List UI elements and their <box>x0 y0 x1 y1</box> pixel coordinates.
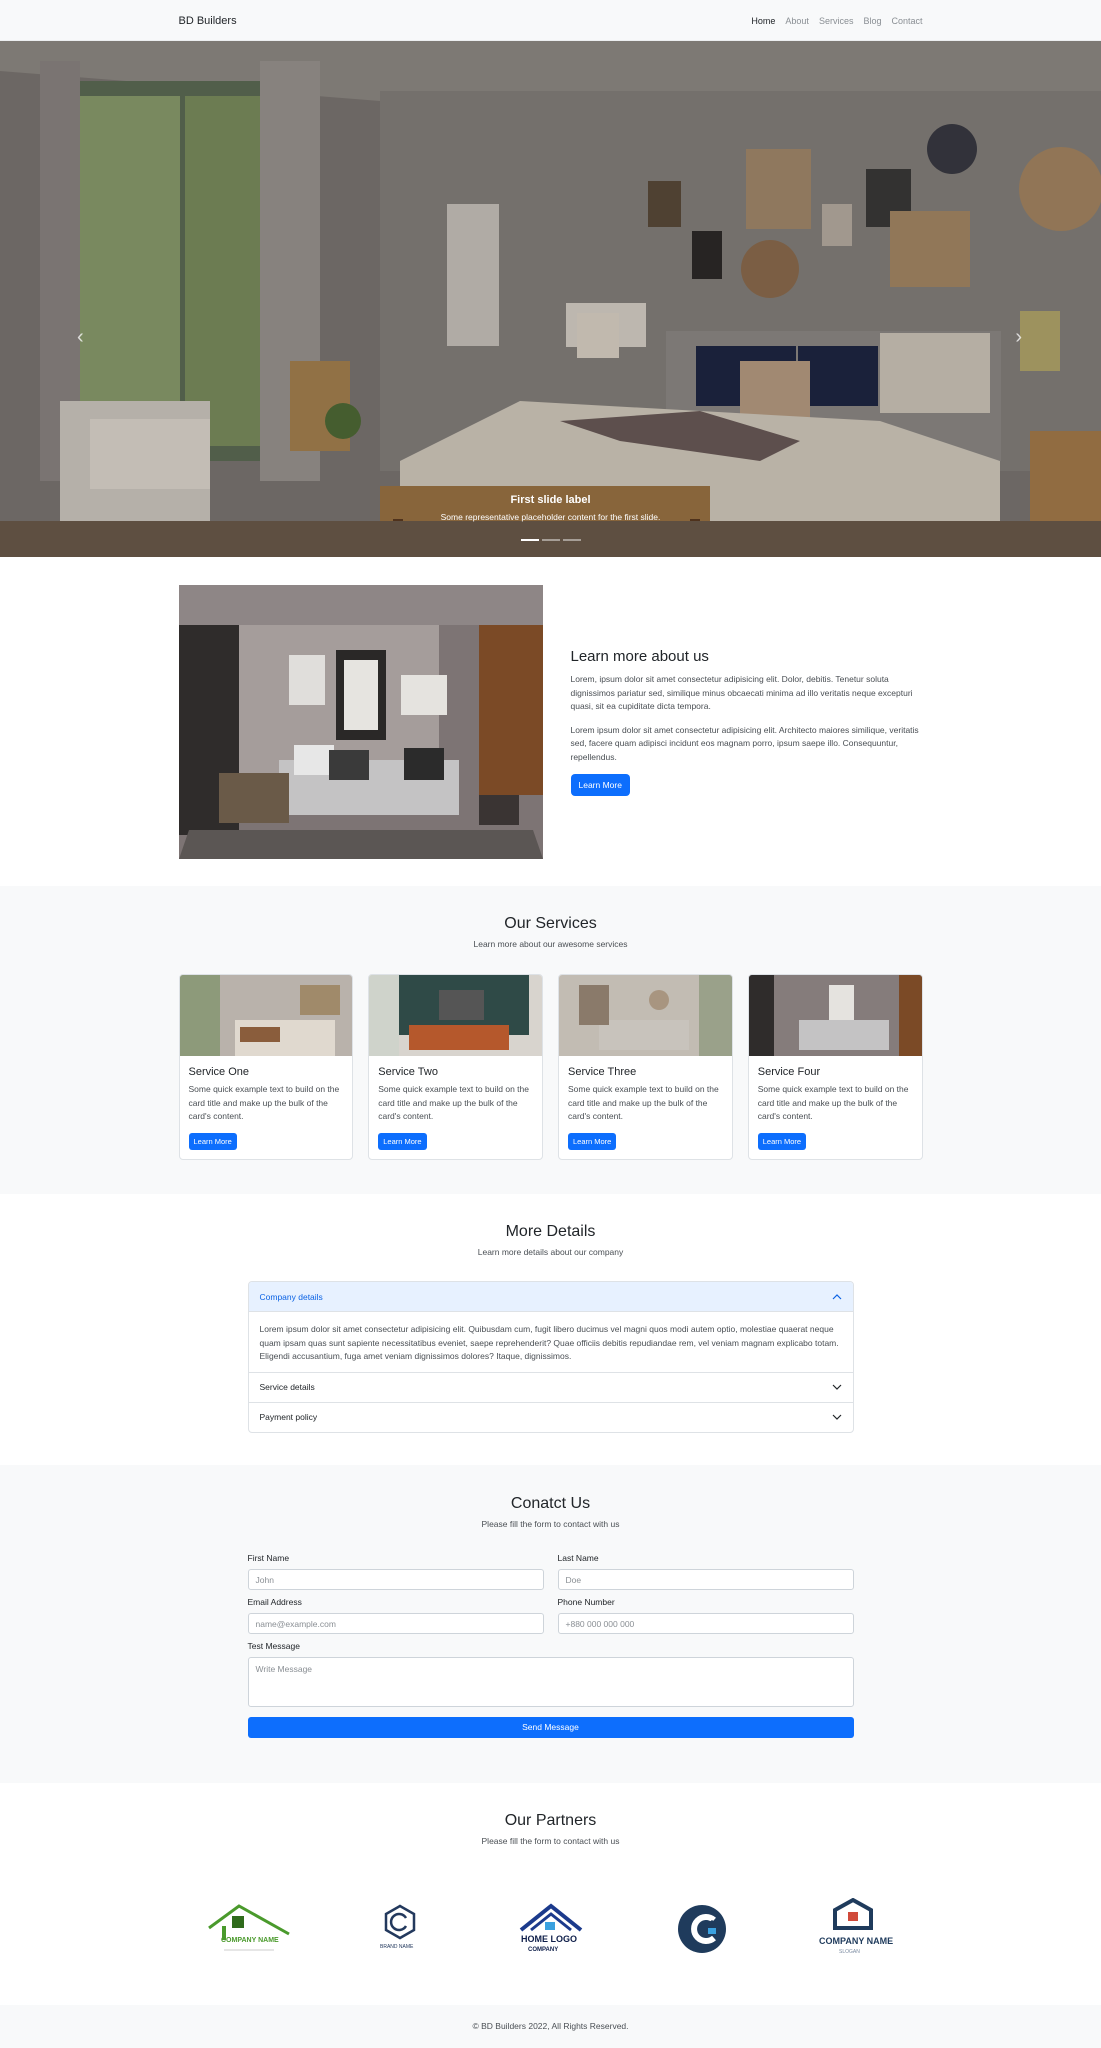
nav-link-home[interactable]: Home <box>751 16 775 26</box>
svg-text:COMPANY NAME: COMPANY NAME <box>819 1936 893 1946</box>
first-name-label: First Name <box>247 1553 290 1563</box>
house-outline-logo-icon: HOME LOGO COMPANY <box>501 1898 601 1960</box>
service-card-title: Service One <box>188 1066 250 1078</box>
service-card-text: Some quick example text to build on the … <box>378 1084 529 1121</box>
service-card-text: Some quick example text to build on the … <box>568 1084 719 1121</box>
services-title: Our Services <box>504 915 597 932</box>
carousel-indicator-1[interactable] <box>520 539 539 541</box>
caption-title: First slide label <box>510 494 591 506</box>
service-cards: Service One Some quick example text to b… <box>178 974 923 1160</box>
contact-form: First Name John Last Name Doe Email Addr… <box>247 1553 854 1707</box>
accordion-label: Payment policy <box>259 1412 318 1422</box>
contact-title: Conatct Us <box>510 1495 591 1512</box>
services-subtitle: Learn more about our awesome services <box>473 939 628 949</box>
carousel-indicators <box>0 539 1101 541</box>
chevron-down-icon <box>832 1414 841 1420</box>
nav-link-about[interactable]: About <box>785 16 809 26</box>
chevron-up-icon <box>832 1293 841 1299</box>
phone-input[interactable]: +880 000 000 000 <box>557 1613 854 1634</box>
details-section: More Details Learn more details about ou… <box>0 1194 1101 1465</box>
carousel-next-icon[interactable]: › <box>1015 326 1022 349</box>
last-name-label: Last Name <box>557 1553 599 1563</box>
service-card-text: Some quick example text to build on the … <box>188 1084 340 1121</box>
service-card-text: Some quick example text to build on the … <box>757 1084 909 1121</box>
service-card-image <box>179 975 353 1056</box>
message-label: Test Message <box>247 1641 300 1651</box>
service-card-title: Service Four <box>757 1066 821 1078</box>
service-card-3: Service Three Some quick example text to… <box>558 974 733 1160</box>
nav-link-blog[interactable]: Blog <box>863 16 881 26</box>
nav-link-contact[interactable]: Contact <box>891 16 922 26</box>
service-learn-more-button[interactable]: Learn More <box>378 1132 427 1150</box>
svg-text:SLOGAN: SLOGAN <box>839 1949 860 1955</box>
about-title: Learn more about us <box>570 648 709 665</box>
contact-section: Conatct Us Please fill the form to conta… <box>0 1465 1101 1783</box>
about-section: Learn more about us Lorem, ipsum dolor s… <box>0 557 1101 886</box>
hero-bedroom-image <box>0 41 1101 557</box>
service-learn-more-button[interactable]: Learn More <box>757 1132 807 1150</box>
svg-text:BRAND NAME: BRAND NAME <box>380 1944 414 1950</box>
email-label: Email Address <box>247 1597 302 1607</box>
service-learn-more-button[interactable]: Learn More <box>188 1132 237 1150</box>
partners-subtitle: Please fill the form to contact with us <box>481 1836 620 1846</box>
details-subtitle: Learn more details about our company <box>477 1247 624 1257</box>
partners-section: Our Partners Please fill the form to con… <box>0 1783 1101 2005</box>
accordion-service-details[interactable]: Service details <box>248 1371 853 1402</box>
service-card-image <box>369 975 543 1056</box>
email-input[interactable]: name@example.com <box>247 1613 544 1634</box>
circle-c-house-logo-icon <box>652 1898 752 1960</box>
about-livingroom-image <box>178 585 543 859</box>
hexagon-house-logo-icon: COMPANY NAME SLOGAN <box>803 1898 903 1960</box>
last-name-input[interactable]: Doe <box>557 1569 854 1590</box>
nav-links: Home About Services Blog Contact <box>751 16 922 26</box>
accordion-label: Company details <box>259 1291 323 1302</box>
service-card-2: Service Two Some quick example text to b… <box>368 974 543 1160</box>
nav-link-services[interactable]: Services <box>819 16 854 26</box>
details-title: More Details <box>505 1223 596 1240</box>
message-textarea[interactable]: Write Message <box>247 1657 854 1707</box>
accordion-label: Service details <box>259 1382 315 1392</box>
carousel-prev-icon[interactable]: ‹ <box>77 326 84 349</box>
service-learn-more-button[interactable]: Learn More <box>568 1132 617 1150</box>
house-roof-logo-icon: COMPANY NAME <box>199 1898 299 1960</box>
send-message-button[interactable]: Send Message <box>247 1717 854 1738</box>
navbar: BD Builders Home About Services Blog Con… <box>0 0 1101 41</box>
partners-title: Our Partners <box>504 1812 597 1829</box>
service-card-title: Service Two <box>378 1066 438 1078</box>
svg-text:HOME LOGO: HOME LOGO <box>521 1934 577 1944</box>
service-card-image <box>748 975 922 1056</box>
service-card-4: Service Four Some quick example text to … <box>747 974 923 1160</box>
footer-copyright: © BD Builders 2022, All Rights Reserved. <box>472 2021 629 2031</box>
about-learn-more-button[interactable]: Learn More <box>570 774 630 796</box>
first-name-input[interactable]: John <box>247 1569 544 1590</box>
accordion-company-details[interactable]: Company details <box>248 1282 853 1312</box>
svg-text:COMPANY: COMPANY <box>528 1947 558 1953</box>
carousel-caption: First slide label Some representative pl… <box>0 494 1101 522</box>
accordion-company-body: Lorem ipsum dolor sit amet consectetur a… <box>259 1324 839 1361</box>
hero-carousel: ‹ › <box>0 41 1101 557</box>
contact-subtitle: Please fill the form to contact with us <box>481 1519 620 1529</box>
hexagon-c-logo-icon: BRAND NAME <box>350 1898 450 1960</box>
carousel-indicator-2[interactable] <box>541 539 560 541</box>
partner-logos: COMPANY NAME BRAND NAME HOME LOGO COMPAN… <box>199 1898 903 1960</box>
about-paragraph-1: Lorem, ipsum dolor sit amet consectetur … <box>570 674 913 711</box>
footer: © BD Builders 2022, All Rights Reserved. <box>0 2005 1101 2048</box>
svg-text:COMPANY NAME: COMPANY NAME <box>221 1937 279 1944</box>
carousel-indicator-3[interactable] <box>562 539 581 541</box>
caption-text: Some representative placeholder content … <box>440 512 661 522</box>
details-accordion: Company details Lorem ipsum dolor sit am… <box>247 1281 854 1433</box>
about-paragraph-2: Lorem ipsum dolor sit amet consectetur a… <box>570 724 919 762</box>
chevron-down-icon <box>832 1384 841 1390</box>
service-card-title: Service Three <box>568 1066 637 1078</box>
about-text: Learn more about us Lorem, ipsum dolor s… <box>570 648 923 796</box>
brand-logo[interactable]: BD Builders <box>179 15 237 27</box>
accordion-payment-policy[interactable]: Payment policy <box>248 1401 853 1432</box>
phone-label: Phone Number <box>557 1597 615 1607</box>
service-card-1: Service One Some quick example text to b… <box>178 974 354 1160</box>
services-section: Our Services Learn more about our awesom… <box>0 886 1101 1194</box>
service-card-image <box>559 975 732 1056</box>
